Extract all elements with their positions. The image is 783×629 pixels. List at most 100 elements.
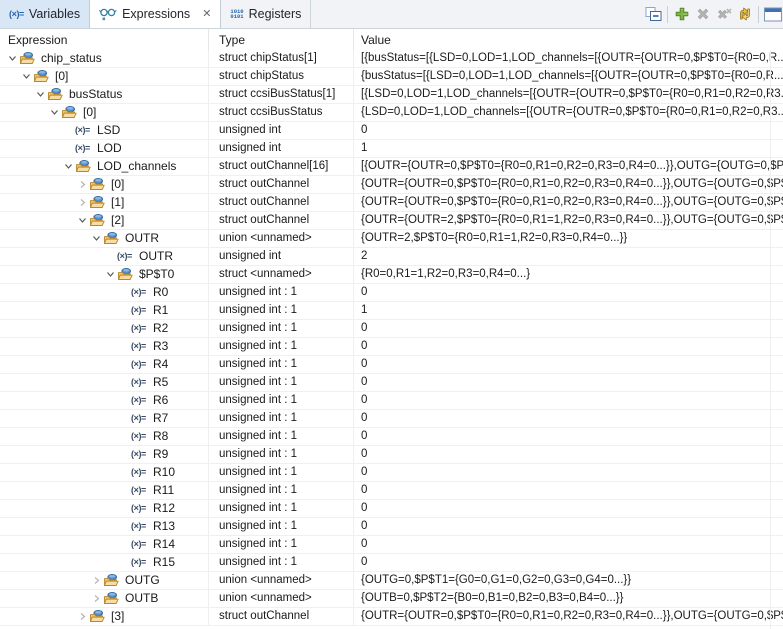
expand-toggle[interactable] <box>62 158 75 175</box>
type-cell: struct chipStatus[1] <box>208 50 353 67</box>
variable-icon-slot: (×)= <box>131 284 151 301</box>
expression-tree: chip_status struct chipStatus[1] [{busSt… <box>0 50 783 629</box>
table-row[interactable]: (×)= R2 unsigned int : 1 0 <box>0 320 783 338</box>
table-row[interactable]: (×)= R12 unsigned int : 1 0 <box>0 500 783 518</box>
expand-toggle[interactable] <box>76 176 89 193</box>
column-header-type[interactable]: Type <box>208 29 353 50</box>
value-cell: 0 <box>353 122 783 139</box>
table-row[interactable]: (×)= LOD unsigned int 1 <box>0 140 783 158</box>
table-row[interactable]: (×)= R11 unsigned int : 1 0 <box>0 482 783 500</box>
table-row[interactable]: (×)= R9 unsigned int : 1 0 <box>0 446 783 464</box>
chevron-spacer <box>118 320 131 337</box>
table-row[interactable]: (×)= LSD unsigned int 0 <box>0 122 783 140</box>
table-row[interactable]: (×)= R6 unsigned int : 1 0 <box>0 392 783 410</box>
expand-toggle[interactable] <box>34 86 47 103</box>
table-row[interactable]: (×)= R5 unsigned int : 1 0 <box>0 374 783 392</box>
table-row[interactable]: (×)= OUTR unsigned int 2 <box>0 248 783 266</box>
expression-cell: [0] <box>0 176 208 193</box>
table-row[interactable]: busStatus struct ccsiBusStatus[1] [{LSD=… <box>0 86 783 104</box>
variable-icon: (×)= <box>131 338 146 355</box>
expand-toggle[interactable] <box>76 194 89 211</box>
chevron-expanded-icon <box>22 72 31 81</box>
table-row[interactable]: (×)= R15 unsigned int : 1 0 <box>0 554 783 572</box>
tab-variables[interactable]: (×)=Variables <box>0 0 89 28</box>
expression-cell: (×)= R4 <box>0 356 208 373</box>
table-row[interactable]: (×)= R0 unsigned int : 1 0 <box>0 284 783 302</box>
close-icon[interactable]: ✕ <box>202 9 211 20</box>
table-row[interactable]: OUTG union <unnamed> {OUTG=0,$P$T1={G0=0… <box>0 572 783 590</box>
table-row[interactable]: (×)= R14 unsigned int : 1 0 <box>0 536 783 554</box>
variable-icon: (×)= <box>131 536 146 553</box>
remove-expression-button[interactable] <box>692 3 713 25</box>
table-row[interactable]: LOD_channels struct outChannel[16] [{OUT… <box>0 158 783 176</box>
expressions-tab-icon <box>99 7 117 21</box>
table-row[interactable]: [0] struct chipStatus {busStatus=[{LSD=0… <box>0 68 783 86</box>
refresh-button[interactable] <box>734 3 755 25</box>
expression-cell: (×)= R8 <box>0 428 208 445</box>
table-row[interactable]: (×)= R3 unsigned int : 1 0 <box>0 338 783 356</box>
struct-icon <box>61 105 77 120</box>
expand-toggle[interactable] <box>6 50 19 67</box>
table-row[interactable]: (×)= R13 unsigned int : 1 0 <box>0 518 783 536</box>
table-row[interactable]: [3] struct outChannel {OUTR={OUTR=0,$P$T… <box>0 608 783 626</box>
chevron-spacer <box>118 302 131 319</box>
expand-toggle[interactable] <box>90 230 103 247</box>
table-row[interactable]: [0] struct outChannel {OUTR={OUTR=0,$P$T… <box>0 176 783 194</box>
expression-cell: (×)= R11 <box>0 482 208 499</box>
expression-cell: (×)= R5 <box>0 374 208 391</box>
variable-icon: (×)= <box>131 428 146 445</box>
value-cell: {OUTR={OUTR=0,$P$T0={R0=0,R1=0,R2=0,R3=0… <box>353 176 783 193</box>
table-row[interactable]: (×)= R7 unsigned int : 1 0 <box>0 410 783 428</box>
type-cell: union <unnamed> <box>208 572 353 589</box>
table-row[interactable]: (×)= R10 unsigned int : 1 0 <box>0 464 783 482</box>
type-cell: struct chipStatus <box>208 68 353 85</box>
expand-toggle[interactable] <box>104 266 117 283</box>
tab-expressions[interactable]: Expressions✕ <box>89 0 221 28</box>
table-row[interactable]: [2] struct outChannel {OUTR={OUTR=2,$P$T… <box>0 212 783 230</box>
table-row[interactable]: $P$T0 struct <unnamed> {R0=0,R1=1,R2=0,R… <box>0 266 783 284</box>
chevron-collapsed-icon <box>78 198 87 207</box>
expression-label: OUTR <box>137 248 173 265</box>
type-cell: unsigned int : 1 <box>208 446 353 463</box>
expand-toggle[interactable] <box>20 68 33 85</box>
type-cell: unsigned int : 1 <box>208 536 353 553</box>
expand-toggle[interactable] <box>90 572 103 589</box>
variable-icon: (×)= <box>131 518 146 535</box>
table-row[interactable]: chip_status struct chipStatus[1] [{busSt… <box>0 50 783 68</box>
type-cell: struct <unnamed> <box>208 266 353 283</box>
value-cell: 0 <box>353 284 783 301</box>
collapse-all-button[interactable] <box>643 3 664 25</box>
expand-toggle[interactable] <box>76 608 89 625</box>
type-cell: unsigned int <box>208 140 353 157</box>
value-cell: [{OUTR={OUTR=0,$P$T0={R0=0,R1=0,R2=0,R3=… <box>353 158 783 175</box>
value-cell: {busStatus=[{LSD=0,LOD=1,LOD_channels=[{… <box>353 68 783 85</box>
value-cell: 0 <box>353 518 783 535</box>
table-row[interactable]: (×)= R4 unsigned int : 1 0 <box>0 356 783 374</box>
collapse-all-icon <box>645 6 662 22</box>
column-header-value[interactable]: Value <box>353 29 783 50</box>
table-row[interactable]: [1] struct outChannel {OUTR={OUTR=0,$P$T… <box>0 194 783 212</box>
table-row[interactable]: (×)= R8 unsigned int : 1 0 <box>0 428 783 446</box>
expression-cell: (×)= R9 <box>0 446 208 463</box>
variable-icon: (×)= <box>131 284 146 301</box>
column-header-expression[interactable]: Expression <box>0 29 208 50</box>
expression-cell: (×)= LOD <box>0 140 208 157</box>
value-cell: 0 <box>353 536 783 553</box>
expression-cell: (×)= R6 <box>0 392 208 409</box>
expand-toggle[interactable] <box>76 212 89 229</box>
table-row[interactable]: OUTR union <unnamed> {OUTR=2,$P$T0={R0=0… <box>0 230 783 248</box>
view-menu-button[interactable] <box>762 3 783 25</box>
type-cell: struct outChannel <box>208 608 353 625</box>
expression-cell: (×)= R15 <box>0 554 208 571</box>
table-row[interactable]: [0] struct ccsiBusStatus {LSD=0,LOD=1,LO… <box>0 104 783 122</box>
table-row[interactable]: OUTB union <unnamed> {OUTB=0,$P$T2={B0=0… <box>0 590 783 608</box>
table-row[interactable]: (×)= R1 unsigned int : 1 1 <box>0 302 783 320</box>
expand-toggle[interactable] <box>48 104 61 121</box>
expression-label: [3] <box>109 608 124 625</box>
expressions-view: (×)=VariablesExpressions✕10100101Registe… <box>0 0 783 629</box>
tab-registers[interactable]: 10100101Registers <box>221 0 311 28</box>
remove-all-expressions-button[interactable] <box>713 3 734 25</box>
expand-toggle[interactable] <box>90 590 103 607</box>
type-cell: unsigned int : 1 <box>208 500 353 517</box>
add-expression-button[interactable] <box>671 3 692 25</box>
